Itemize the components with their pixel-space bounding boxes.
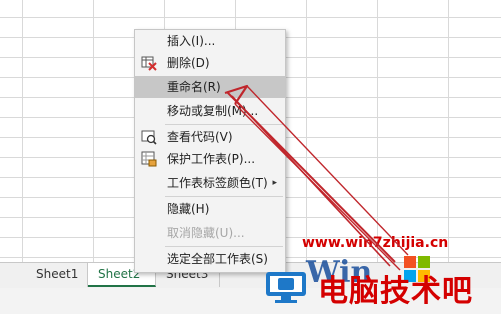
watermark-url: www.win7zhijia.cn	[302, 235, 449, 251]
menu-separator	[165, 124, 283, 125]
menu-item-rename[interactable]: 重命名(R)	[135, 76, 285, 98]
menu-item-delete[interactable]: 删除(D)	[135, 52, 285, 74]
sheet-context-menu: 插入(I)... 删除(D) 重命名(R) 移动或复制(M)... 查看代码(V…	[134, 29, 286, 273]
view-code-icon	[141, 130, 157, 145]
submenu-arrow-icon: ▸	[272, 178, 277, 188]
menu-item-insert[interactable]: 插入(I)...	[135, 30, 285, 52]
menu-item-tab-color[interactable]: 工作表标签颜色(T) ▸	[135, 172, 285, 194]
menu-item-unhide: 取消隐藏(U)...	[167, 226, 245, 240]
protect-sheet-icon	[141, 151, 157, 167]
menu-item-protect-sheet[interactable]: 保护工作表(P)...	[135, 148, 285, 170]
menu-item-hide[interactable]: 隐藏(H)	[135, 198, 285, 220]
delete-sheet-icon	[141, 56, 157, 71]
menu-item-move-copy[interactable]: 移动或复制(M)...	[135, 100, 285, 122]
watermark-text: 电脑技术吧	[318, 274, 473, 309]
menu-item-select-all-sheets[interactable]: 选定全部工作表(S)	[135, 248, 285, 270]
menu-separator	[165, 196, 283, 197]
monitor-logo-icon	[266, 272, 306, 303]
tab-sheet1[interactable]: Sheet1	[26, 263, 88, 287]
menu-separator	[165, 246, 283, 247]
menu-item-view-code[interactable]: 查看代码(V)	[135, 126, 285, 148]
